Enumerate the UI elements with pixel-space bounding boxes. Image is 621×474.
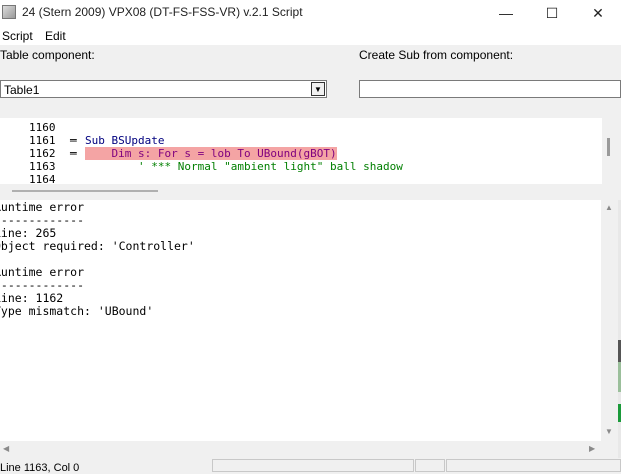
status-panel xyxy=(415,459,445,472)
menu-script[interactable]: Script xyxy=(2,29,33,43)
code-line[interactable]: 1163 ' *** Normal "ambient light" ball s… xyxy=(0,160,602,173)
menu-edit[interactable]: Edit xyxy=(45,29,66,43)
menu-bar: Script Edit xyxy=(0,26,621,45)
output-line: Type mismatch: 'UBound' xyxy=(0,304,154,318)
editor-scrollbar-thumb[interactable] xyxy=(607,138,610,156)
table-component-value: Table1 xyxy=(4,83,40,97)
title-bar: 24 (Stern 2009) VPX08 (DT-FS-FSS-VR) v.2… xyxy=(0,0,621,26)
output-line: Object required: 'Controller' xyxy=(0,239,195,253)
output-horizontal-scrollbar[interactable]: ◀ ▶ xyxy=(0,441,601,458)
line-number: 1162 xyxy=(29,147,56,160)
code-line[interactable]: 1164 xyxy=(0,173,602,184)
code-line[interactable]: 1162 ═ Dim s: For s = lob To UBound(gBOT) xyxy=(0,147,602,160)
code-token: BSUpdate xyxy=(111,134,165,147)
code-text: ' *** Normal "ambient light" ball shadow xyxy=(85,160,403,173)
status-panel xyxy=(446,459,621,472)
close-button[interactable]: ✕ xyxy=(575,0,621,26)
code-text: Sub BSUpdate xyxy=(85,134,164,147)
create-sub-label: Create Sub from component: xyxy=(359,48,514,62)
code-token: Dim s: For s = lob To UBound(gBOT) xyxy=(85,147,337,160)
app-icon xyxy=(2,5,16,19)
chevron-down-icon[interactable]: ▼ xyxy=(311,82,325,96)
line-number: 1160 xyxy=(29,121,56,134)
output-vertical-scrollbar[interactable]: ▲ ▼ xyxy=(601,200,618,458)
fold-marker-icon[interactable]: ═ xyxy=(70,147,77,160)
window-title: 24 (Stern 2009) VPX08 (DT-FS-FSS-VR) v.2… xyxy=(22,5,303,19)
fold-marker-icon[interactable]: ═ xyxy=(70,134,77,147)
minimize-button[interactable]: — xyxy=(483,0,529,26)
scroll-left-icon[interactable]: ◀ xyxy=(3,444,9,453)
code-line[interactable]: 1160 xyxy=(0,121,602,134)
scroll-up-icon[interactable]: ▲ xyxy=(605,203,613,212)
code-line[interactable]: 1161 ═ Sub BSUpdate xyxy=(0,134,602,147)
scroll-right-icon[interactable]: ▶ xyxy=(589,444,595,453)
error-output-pane[interactable]: Runtime error ------------- Line: 265 Objec… xyxy=(0,200,601,458)
code-token: ' *** Normal "ambient light" ball shadow xyxy=(85,160,403,173)
code-editor[interactable]: 1160 1161 ═ Sub BSUpdate 1162 ═ Dim s: For s … xyxy=(0,118,602,184)
status-bar: Line 1163, Col 0 xyxy=(0,458,621,474)
code-token: Sub xyxy=(85,134,112,147)
table-component-select[interactable]: Table1 ▼ xyxy=(0,80,327,98)
line-number: 1161 xyxy=(29,134,56,147)
scroll-down-icon[interactable]: ▼ xyxy=(605,427,613,436)
code-text: Dim s: For s = lob To UBound(gBOT) xyxy=(85,147,337,160)
line-number: 1164 xyxy=(29,173,56,184)
line-number: 1163 xyxy=(29,160,56,173)
cursor-position: Line 1163, Col 0 xyxy=(0,462,80,474)
create-sub-input[interactable] xyxy=(359,80,621,98)
status-panel xyxy=(212,459,414,472)
pane-splitter[interactable] xyxy=(12,190,158,192)
table-component-label: Table component: xyxy=(0,48,95,62)
maximize-button[interactable]: ☐ xyxy=(529,0,575,26)
